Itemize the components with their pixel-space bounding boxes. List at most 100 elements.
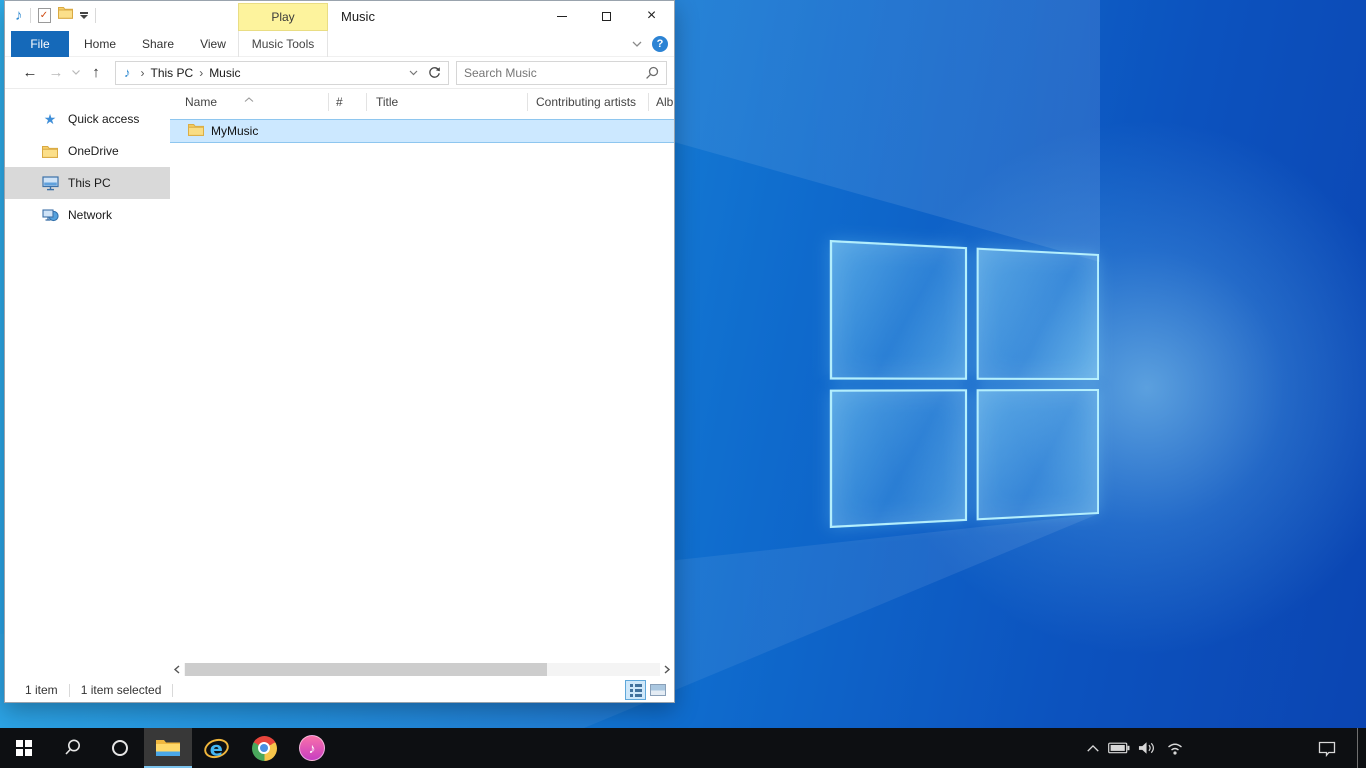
scroll-right-icon[interactable] <box>663 665 671 674</box>
show-hidden-icons-button[interactable] <box>1081 728 1105 768</box>
status-bar: 1 item 1 item selected <box>5 678 674 702</box>
cortana-icon <box>112 740 128 756</box>
large-icons-view-icon <box>650 684 666 696</box>
refresh-button[interactable] <box>424 66 448 79</box>
tab-music-tools[interactable]: Music Tools <box>238 31 328 57</box>
tab-play[interactable]: Play <box>238 3 328 31</box>
volume-indicator[interactable] <box>1133 728 1161 768</box>
navigation-pane: ★ Quick access OneDrive This PC Network <box>5 89 170 678</box>
maximize-button[interactable] <box>584 1 629 31</box>
close-icon: × <box>647 8 656 24</box>
search-input[interactable] <box>464 66 645 80</box>
wifi-icon <box>1166 741 1184 755</box>
maximize-icon <box>602 12 611 21</box>
view-switcher <box>625 680 668 700</box>
column-header-album[interactable]: Alb <box>649 93 674 111</box>
windows-logo-pane <box>830 389 967 528</box>
network-icon <box>41 208 59 223</box>
taskbar-search-button[interactable] <box>48 728 96 768</box>
breadcrumb-this-pc[interactable]: This PC <box>151 66 194 80</box>
file-rows: MyMusic <box>170 119 674 143</box>
ribbon-tabs: File Home Share View Music Tools ? <box>5 31 674 57</box>
back-button[interactable]: ← <box>17 64 43 81</box>
search-box[interactable] <box>456 61 667 85</box>
tab-home[interactable]: Home <box>75 31 125 57</box>
close-button[interactable]: × <box>629 1 674 31</box>
music-note-icon: ♪ <box>15 8 23 23</box>
scrollbar-track[interactable] <box>184 663 660 676</box>
title-bar[interactable]: ♪ ✓ Play Music × <box>5 1 674 31</box>
item-count: 1 item <box>25 683 58 697</box>
horizontal-scrollbar[interactable] <box>170 661 674 678</box>
ribbon-controls: ? <box>632 31 668 57</box>
recent-locations-button[interactable] <box>69 70 83 75</box>
forward-button[interactable]: → <box>43 64 69 81</box>
windows-logo-pane <box>976 389 1099 521</box>
details-view-button[interactable] <box>625 680 646 700</box>
sidebar-item-label: Quick access <box>68 112 139 126</box>
start-button[interactable] <box>0 728 48 768</box>
search-icon <box>62 738 82 758</box>
tab-share[interactable]: Share <box>133 31 183 57</box>
tab-view[interactable]: View <box>191 31 235 57</box>
properties-button[interactable]: ✓ <box>38 8 51 23</box>
column-header-number[interactable]: # <box>329 93 367 111</box>
file-list-pane: Name # Title Contributing artists Alb My… <box>170 89 674 678</box>
column-header-title[interactable]: Title <box>367 93 528 111</box>
windows-logo-pane <box>976 248 1099 380</box>
speaker-icon <box>1138 741 1157 755</box>
windows-logo <box>830 240 1099 528</box>
scrollbar-thumb[interactable] <box>185 663 547 676</box>
breadcrumb-music[interactable]: Music <box>209 66 240 80</box>
sidebar-item-onedrive[interactable]: OneDrive <box>5 135 170 167</box>
action-center-icon <box>1317 740 1337 757</box>
sidebar-item-label: OneDrive <box>68 144 119 158</box>
taskbar-itunes-button[interactable]: ♪ <box>288 728 336 768</box>
breadcrumb-separator-icon: › <box>199 66 203 80</box>
battery-icon <box>1108 742 1130 754</box>
tab-file[interactable]: File <box>11 31 69 57</box>
folder-icon <box>188 123 204 139</box>
expand-ribbon-button[interactable] <box>632 37 642 51</box>
itunes-icon: ♪ <box>299 735 325 761</box>
scroll-left-icon[interactable] <box>173 665 181 674</box>
file-row-mymusic[interactable]: MyMusic <box>170 119 674 143</box>
search-icon[interactable] <box>645 66 659 80</box>
chrome-icon <box>252 736 277 761</box>
separator <box>95 8 96 23</box>
action-center-button[interactable] <box>1307 728 1347 768</box>
address-bar[interactable]: ♪ › This PC › Music <box>115 61 449 85</box>
column-header-contributing-artists[interactable]: Contributing artists <box>528 93 649 111</box>
sidebar-item-label: This PC <box>68 176 111 190</box>
customize-quick-access-button[interactable] <box>80 12 88 19</box>
taskbar-internet-explorer-button[interactable]: e <box>192 728 240 768</box>
network-indicator[interactable] <box>1161 728 1189 768</box>
taskbar-file-explorer-button[interactable] <box>144 728 192 768</box>
taskbar-chrome-button[interactable] <box>240 728 288 768</box>
quick-access-toolbar: ♪ ✓ <box>15 6 96 24</box>
up-button[interactable]: ↑ <box>83 64 109 81</box>
cortana-button[interactable] <box>96 728 144 768</box>
sidebar-item-quick-access[interactable]: ★ Quick access <box>5 103 170 135</box>
window-title: Music <box>341 9 375 24</box>
separator <box>30 8 31 23</box>
window-controls: × <box>539 1 674 31</box>
sidebar-item-this-pc[interactable]: This PC <box>5 167 170 199</box>
sort-ascending-icon <box>244 91 254 105</box>
quick-access-star-icon: ★ <box>41 111 59 128</box>
windows-start-icon <box>16 740 32 756</box>
chevron-up-icon <box>1086 744 1100 753</box>
address-dropdown-button[interactable] <box>403 70 424 76</box>
minimize-button[interactable] <box>539 1 584 31</box>
details-view-icon <box>630 684 642 697</box>
show-desktop-button[interactable] <box>1357 728 1366 768</box>
file-name: MyMusic <box>211 124 258 138</box>
this-pc-monitor-icon <box>41 176 59 191</box>
battery-indicator[interactable] <box>1105 728 1133 768</box>
new-folder-button[interactable] <box>58 6 73 24</box>
sidebar-item-network[interactable]: Network <box>5 199 170 231</box>
help-button[interactable]: ? <box>652 36 668 52</box>
breadcrumb-separator-icon: › <box>141 66 145 80</box>
music-note-icon: ♪ <box>124 65 131 80</box>
large-icons-view-button[interactable] <box>647 680 668 700</box>
